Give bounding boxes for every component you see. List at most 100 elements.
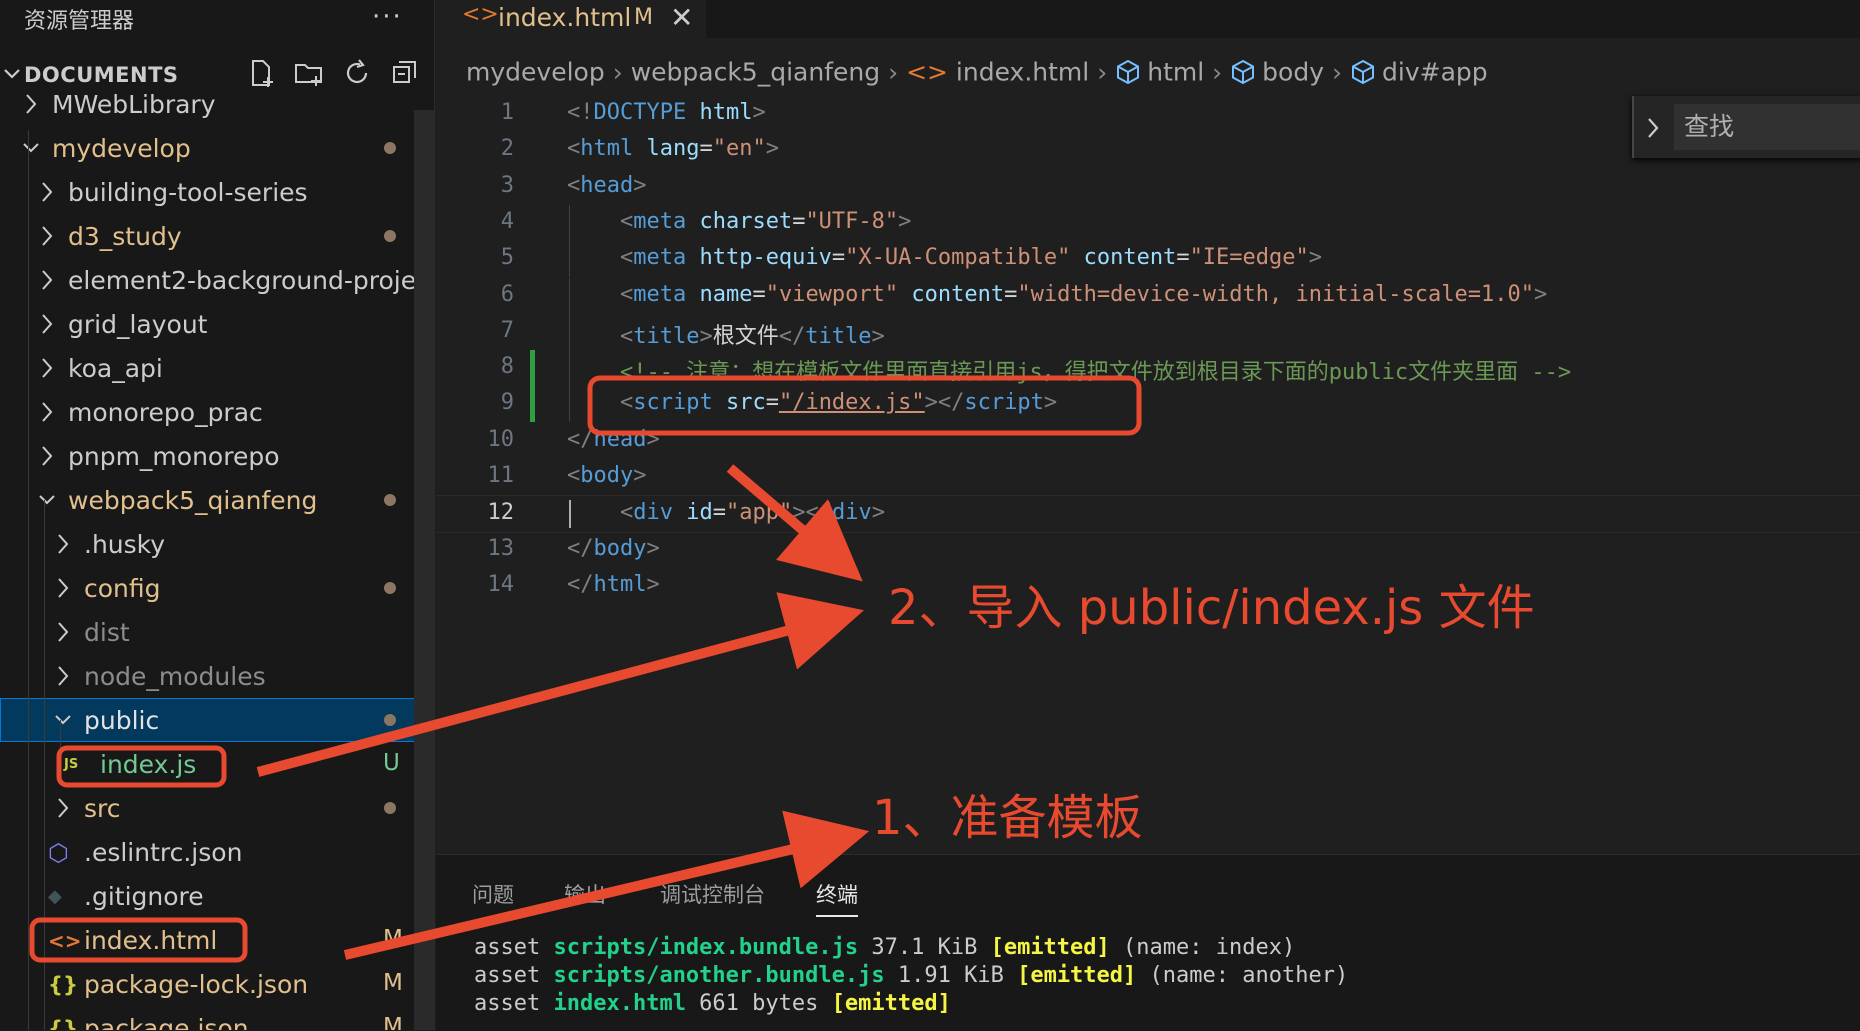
tree-folder[interactable]: pnpm_monorepo — [0, 434, 434, 478]
indent-guide — [569, 350, 570, 387]
panel-tab[interactable]: 输出 — [564, 879, 606, 909]
tree-folder[interactable]: grid_layout — [0, 302, 434, 346]
code-token: html — [593, 571, 647, 597]
tree-item-label: .gitignore — [84, 882, 204, 911]
code-token: script — [964, 390, 1044, 416]
find-widget: 查找 — [1632, 96, 1860, 158]
breadcrumb-separator: › — [612, 57, 623, 87]
tree-file[interactable]: ⬡ .eslintrc.json — [0, 830, 434, 874]
tree-folder[interactable]: node_modules — [0, 654, 434, 698]
tab-index-html[interactable]: <> index.html M ✕ — [436, 0, 706, 38]
terminal-line: asset index.html 661 bytes [emitted] — [474, 991, 951, 1016]
sidebar-scrollbar[interactable] — [414, 110, 434, 1030]
chevron-right-icon — [42, 358, 53, 378]
tree-file[interactable]: JS index.js U — [0, 742, 434, 786]
tree-file[interactable]: <> index.html M — [0, 918, 434, 962]
breadcrumb-item[interactable]: html — [1147, 58, 1204, 87]
code-token: body — [593, 535, 647, 561]
breadcrumb-item[interactable]: webpack5_qianfeng — [631, 58, 880, 87]
tree-folder[interactable]: dist — [0, 610, 434, 654]
code-text: <html lang="en"> — [567, 136, 779, 161]
line-number: 14 — [487, 571, 515, 597]
tree-item-label: webpack5_qianfeng — [68, 486, 318, 515]
tree-file[interactable]: {} package.json M — [0, 1006, 434, 1030]
code-token: </ — [778, 323, 806, 349]
line-number: 5 — [500, 245, 514, 271]
code-text: <script src="/index.js"></script> — [567, 390, 1057, 415]
tree-item-label: .eslintrc.json — [84, 838, 243, 867]
code-token: ></ — [924, 390, 965, 416]
code-token: > — [646, 571, 660, 597]
terminal-token: (name: another) — [1136, 963, 1349, 988]
git-status-badge: U — [383, 750, 400, 776]
chevron-down-icon — [39, 495, 55, 505]
code-token: "viewport" — [765, 281, 899, 307]
chevron-right-icon — [58, 578, 69, 598]
code-text: </html> — [567, 572, 660, 597]
terminal-token: asset — [474, 963, 554, 988]
line-number: 10 — [487, 426, 515, 452]
code-token: <!-- 注意：想在模板文件里面直接引用js，得把文件放到根目录下面的publi… — [567, 360, 1572, 386]
explorer-title: 资源管理器 — [24, 9, 135, 34]
tree-folder[interactable]: koa_api — [0, 346, 434, 390]
code-token: html — [580, 136, 634, 162]
code-token: http-equiv — [686, 245, 832, 271]
terminal-token: scripts/index.bundle.js — [553, 935, 859, 960]
code-token: < — [567, 172, 581, 198]
terminal-token: 1.91 KiB — [884, 963, 1018, 988]
more-actions-icon[interactable]: ··· — [372, 2, 403, 32]
code-token: > — [898, 208, 912, 234]
code-token: div — [633, 500, 673, 526]
code-token: "/index.js" — [778, 390, 925, 416]
find-input[interactable]: 查找 — [1674, 104, 1860, 150]
git-status-badge: M — [383, 1014, 403, 1030]
terminal-line: asset scripts/index.bundle.js 37.1 KiB [… — [474, 935, 1295, 960]
tree-item-label: dist — [84, 618, 130, 647]
tree-folder[interactable]: mydevelop — [0, 126, 434, 170]
code-token: title — [805, 323, 872, 349]
code-token: name — [686, 281, 753, 307]
code-line: 5 <meta http-equiv="X-UA-Compatible" con… — [436, 241, 1860, 278]
tree-folder[interactable]: .husky — [0, 522, 434, 566]
tree-folder[interactable]: d3_study — [0, 214, 434, 258]
tree-folder[interactable]: MWebLibrary — [0, 82, 434, 126]
code-token: div — [831, 500, 872, 526]
editor-area: <> index.html M ✕ mydevelop › webpack5_qia… — [436, 0, 1860, 1031]
code-token: > — [633, 463, 647, 488]
tree-folder[interactable]: src — [0, 786, 434, 830]
indent-guide — [44, 500, 45, 1030]
tree-folder[interactable]: webpack5_qianfeng — [0, 478, 434, 522]
code-token: meta — [633, 245, 687, 271]
chevron-down-icon — [55, 715, 71, 725]
breadcrumb-item[interactable]: div#app — [1382, 58, 1488, 87]
panel-tab[interactable]: 调试控制台 — [660, 879, 765, 909]
modified-dot — [384, 714, 396, 726]
code-token: > — [871, 500, 885, 526]
tree-file[interactable]: ◆ .gitignore — [0, 874, 434, 918]
tree-folder[interactable]: config — [0, 566, 434, 610]
chevron-right-icon[interactable] — [1644, 116, 1662, 140]
tree-folder[interactable]: monorepo_prac — [0, 390, 434, 434]
tree-folder[interactable]: element2-background-proje... — [0, 258, 434, 302]
indent-guide — [569, 313, 570, 350]
breadcrumb-item[interactable]: body — [1262, 58, 1324, 87]
code-token: "width=device-width, initial-scale=1.0" — [1017, 281, 1534, 307]
code-text: </body> — [567, 536, 660, 561]
explorer-sidebar: 资源管理器 ··· DOCUMENTS MWebLibrary mydevelop… — [0, 0, 435, 1030]
panel-tab-active[interactable]: 终端 — [816, 879, 858, 917]
code-line: 3 <head> — [436, 169, 1860, 205]
line-number: 2 — [500, 136, 514, 162]
breadcrumb-item[interactable]: index.html — [956, 58, 1089, 87]
code-token: <! — [567, 100, 594, 125]
breadcrumb-item[interactable]: mydevelop — [466, 58, 605, 87]
code-token: head — [580, 172, 634, 198]
modified-dot — [384, 802, 396, 814]
tree-folder[interactable]: building-tool-series — [0, 170, 434, 214]
panel-tab[interactable]: 问题 — [472, 879, 514, 909]
tree-file[interactable]: {} package-lock.json M — [0, 962, 434, 1006]
code-token: < — [567, 463, 581, 488]
terminal-token: [emitted] — [1017, 963, 1137, 988]
code-text: <meta http-equiv="X-UA-Compatible" conte… — [567, 245, 1322, 270]
tree-folder[interactable]: public — [0, 698, 434, 742]
close-icon[interactable]: ✕ — [670, 1, 693, 34]
